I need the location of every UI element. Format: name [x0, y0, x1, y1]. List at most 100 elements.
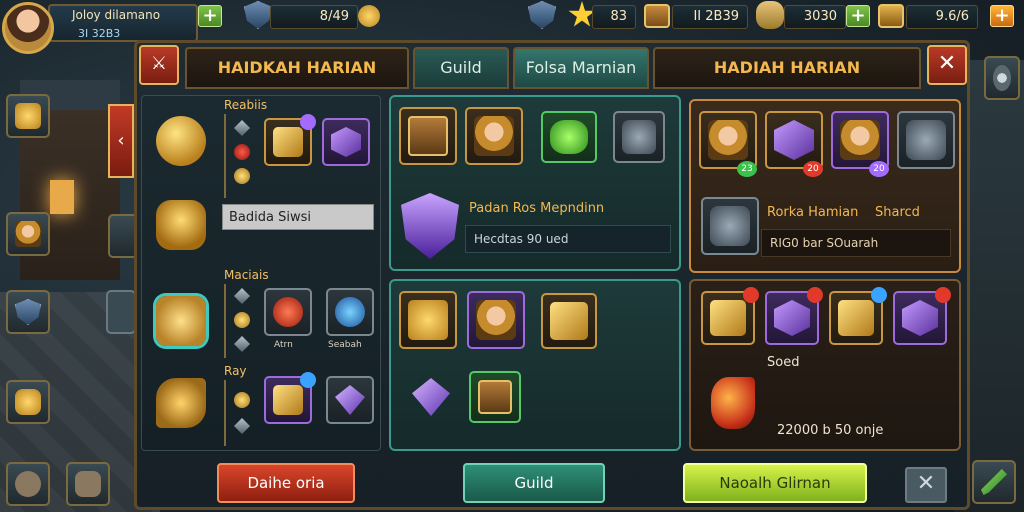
mini-crystal-icon — [234, 418, 250, 434]
gold-resource: 9.6/6 — [906, 5, 978, 29]
reward-slot[interactable] — [469, 371, 521, 423]
gold-coin-icon[interactable] — [358, 5, 380, 27]
offer-tag: Sharcd — [875, 205, 920, 220]
new-badge — [871, 287, 887, 303]
tab-daily-rewards-2[interactable]: HADIAH HARIAN — [653, 47, 921, 89]
reward-slot[interactable] — [541, 111, 597, 163]
section-title-1: Reabiis — [224, 98, 268, 112]
mini-crystal-icon — [234, 288, 250, 304]
tab-special[interactable]: Folsa Marnian — [513, 47, 649, 89]
item-slot[interactable] — [264, 114, 316, 166]
star-resource: 83 — [592, 5, 636, 29]
side-map-button[interactable] — [66, 462, 110, 506]
reward-slot[interactable] — [541, 293, 597, 349]
shield-resource: 8/49 — [270, 5, 358, 29]
reward-slot[interactable] — [399, 107, 457, 165]
crystal-reward[interactable] — [405, 371, 457, 423]
player-avatar[interactable] — [2, 2, 54, 54]
reward-slot[interactable] — [829, 287, 887, 345]
count-badge: 20 — [803, 161, 823, 177]
sword-tab-button[interactable]: ⚔ — [139, 45, 179, 85]
scroll-resource: 3030 — [784, 5, 846, 29]
badge-icon — [528, 1, 556, 29]
sword-icon[interactable] — [972, 460, 1016, 504]
section-title-2: Maciais — [224, 268, 269, 282]
add-gold-button[interactable]: + — [990, 5, 1014, 27]
tab-daily-rewards-1[interactable]: HAIDKAH HARIAN — [185, 47, 409, 89]
collapse-left-arrow[interactable]: ‹ — [108, 104, 134, 178]
offer-description: Hecdtas 90 ued — [465, 225, 671, 253]
player-name: Joloy dilamano — [72, 8, 161, 22]
reward-slot[interactable] — [765, 287, 823, 345]
item-slot[interactable] — [326, 376, 374, 424]
tab-bar: ⚔ HAIDKAH HARIAN Guild Folsa Marnian HAD… — [137, 43, 967, 91]
new-badge — [935, 287, 951, 303]
close-icon[interactable]: ✕ — [905, 467, 947, 503]
item-slot[interactable] — [264, 372, 316, 424]
lion-crest-icon[interactable] — [156, 200, 206, 250]
war-horn-icon — [711, 377, 755, 429]
item-name-field: Badida Siwsi — [222, 204, 374, 230]
offer-title: Padan Ros Mepndinn — [469, 201, 605, 216]
side-guild-button[interactable] — [6, 462, 50, 506]
player-info: Joloy dilamano 3I 32B3 — [48, 4, 198, 42]
reward-card-right: Soed 22000 b 50 onje — [689, 279, 961, 451]
bell-icon[interactable] — [156, 116, 206, 166]
rewards-panel: ⚔ HAIDKAH HARIAN Guild Folsa Marnian HAD… — [134, 40, 970, 510]
section-divider — [224, 380, 226, 446]
prev-page-button[interactable] — [106, 290, 136, 334]
add-scroll-button[interactable]: + — [846, 5, 870, 27]
reward-slot[interactable] — [701, 287, 759, 345]
reward-slot[interactable] — [399, 291, 457, 349]
shield-icon — [244, 1, 272, 29]
side-hero-button[interactable] — [6, 212, 50, 256]
new-badge — [300, 372, 316, 388]
reward-label: Soed — [767, 355, 800, 370]
guild-button[interactable]: Guild — [463, 463, 605, 503]
mini-crystal-icon — [234, 120, 250, 136]
reward-slot[interactable] — [467, 291, 525, 349]
reward-card-middle — [389, 279, 681, 451]
item-slot[interactable] — [322, 118, 370, 166]
slot-caption: Seabah — [328, 340, 362, 350]
offer-title: Rorka Hamian — [767, 205, 859, 220]
close-button[interactable]: ✕ — [927, 45, 967, 85]
offer-card-right: 23 20 20 Rorka Hamian Sharcd RIG0 bar SO… — [689, 99, 961, 273]
section-title-3: Ray — [224, 364, 247, 378]
reward-slot[interactable] — [893, 287, 951, 345]
chest-resource: II 2B39 — [672, 5, 748, 29]
horn-icon[interactable] — [156, 378, 206, 428]
tab-guild[interactable]: Guild — [413, 47, 509, 89]
side-item-button[interactable] — [6, 380, 50, 424]
new-badge — [807, 287, 823, 303]
offer-description: RIG0 bar SOuarah — [761, 229, 951, 257]
new-badge — [300, 114, 316, 130]
add-currency-button[interactable]: + — [198, 5, 222, 27]
side-weapon-button[interactable] — [6, 94, 50, 138]
reward-amount: 22000 b 50 onje — [777, 423, 884, 438]
gear-icon[interactable] — [984, 56, 1020, 100]
top-bar: Joloy dilamano 3I 32B3 + 8/49 83 II 2B39… — [0, 0, 1024, 54]
purple-shield-icon — [401, 193, 459, 259]
side-chat-button[interactable] — [6, 290, 50, 334]
offer-card-middle: Padan Ros Mepndinn Hecdtas 90 ued — [389, 95, 681, 271]
guardian-icon — [701, 197, 759, 255]
mini-ruby-icon — [234, 144, 250, 160]
gold-chest-icon — [878, 4, 904, 28]
category-column: Reabiis Badida Siwsi Maciais Atrn Seabah… — [141, 95, 381, 451]
section-divider — [224, 284, 226, 358]
reward-slot[interactable] — [465, 107, 523, 165]
slot-caption: Atrn — [274, 340, 293, 350]
mini-crystal-icon — [234, 336, 250, 352]
section-divider — [224, 114, 226, 198]
lit-window — [50, 180, 74, 214]
item-slot[interactable] — [326, 288, 374, 336]
reward-slot[interactable] — [613, 111, 665, 163]
claim-daily-button[interactable]: Daihe oria — [217, 463, 355, 503]
item-slot[interactable] — [264, 288, 312, 336]
mini-gold-icon — [234, 312, 250, 328]
collect-rewards-button[interactable]: Naoalh Glirnan — [683, 463, 867, 503]
reward-slot[interactable] — [897, 111, 955, 169]
chest-icon — [644, 4, 670, 28]
helmet-icon[interactable] — [156, 296, 206, 346]
